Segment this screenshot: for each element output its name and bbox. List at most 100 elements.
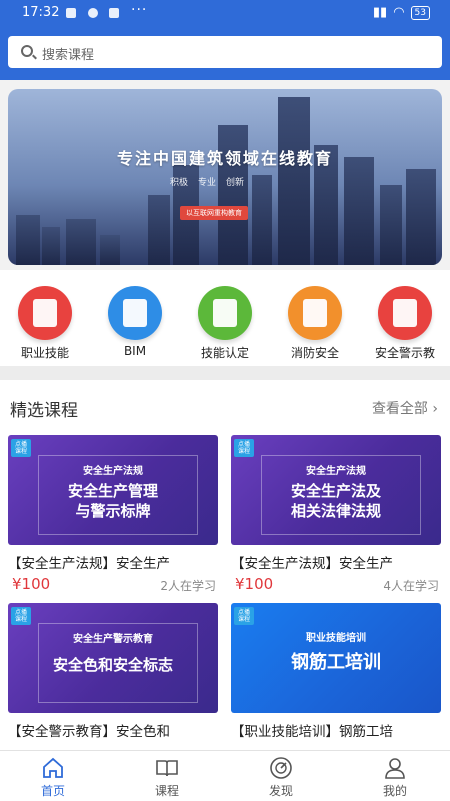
- category-bim[interactable]: BIM: [90, 286, 180, 358]
- section-divider: [0, 366, 450, 380]
- building: [278, 97, 310, 265]
- course-tag: 点播课程: [234, 607, 254, 625]
- chevron-right-icon: ›: [432, 401, 438, 417]
- section-title: 精选课程: [10, 401, 78, 421]
- course-tag: 点播课程: [11, 439, 31, 457]
- notification-icon: [88, 8, 98, 18]
- course-headline: 安全生产法及 相关法律法规: [290, 482, 381, 520]
- course-subtitle: 安全生产法规: [306, 466, 366, 477]
- course-title: 【安全警示教育】安全色和: [8, 724, 170, 740]
- more-notifications-icon: ···: [131, 2, 148, 18]
- course-learners: 2人在学习: [160, 579, 216, 593]
- course-headline: 安全生产管理 与警示标牌: [67, 482, 158, 520]
- banner[interactable]: 专注中国建筑领域在线教育 积极 专业 创新 以互联网重构教育: [8, 89, 442, 265]
- search-input[interactable]: 搜索课程: [8, 36, 442, 68]
- search-placeholder: 搜索课程: [42, 48, 95, 63]
- banner-tag: 专业: [198, 178, 217, 188]
- category-icon-circle: [378, 286, 432, 340]
- notification-icon: [109, 8, 119, 18]
- category-label: 职业技能: [20, 346, 69, 360]
- building: [66, 219, 96, 265]
- user-icon: [383, 756, 407, 780]
- book-icon: [155, 756, 179, 780]
- course-card[interactable]: 点播课程 职业技能培训 钢筋工培训 【职业技能培训】钢筋工培: [231, 603, 441, 740]
- banner-title: 专注中国建筑领域在线教育: [116, 149, 333, 168]
- course-title: 【安全生产法规】安全生产: [231, 556, 393, 572]
- category-grid: 职业技能 BIM 技能认定 消防安全 安全警示教: [0, 270, 450, 366]
- view-all-link[interactable]: 查看全部 ›: [372, 398, 438, 418]
- category-fire-safety[interactable]: 消防安全: [270, 286, 360, 361]
- status-bar: 17:32 ··· ▮▮ ◠ 53: [0, 0, 450, 26]
- building: [100, 235, 120, 265]
- course-subtitle: 职业技能培训: [306, 633, 366, 644]
- featured-courses: 精选课程 查看全部 › 点播课程 安全生产法规 安全生产管理 与警示标牌 【安全…: [0, 380, 450, 750]
- view-all-label: 查看全部: [371, 401, 428, 417]
- course-meta: ¥100 4人在学习: [231, 575, 441, 597]
- category-safety-warning[interactable]: 安全警示教: [360, 286, 450, 361]
- building: [252, 175, 272, 265]
- course-headline: 安全色和安全标志: [52, 656, 173, 674]
- category-icon-circle: [108, 286, 162, 340]
- building: [344, 157, 374, 265]
- category-label: 消防安全: [290, 346, 339, 360]
- course-learners: 4人在学习: [383, 579, 439, 593]
- course-thumbnail: 点播课程 安全生产警示教育 安全色和安全标志: [8, 603, 218, 713]
- building: [148, 195, 170, 265]
- home-icon: [41, 756, 65, 780]
- category-icon-circle: [288, 286, 342, 340]
- tab-discover[interactable]: 发现: [236, 756, 326, 799]
- course-thumbnail: 点播课程 职业技能培训 钢筋工培训: [231, 603, 441, 713]
- wifi-icon: ◠: [393, 5, 405, 20]
- folder-icon: [393, 299, 417, 327]
- course-card[interactable]: 点播课程 安全生产警示教育 安全色和安全标志 【安全警示教育】安全色和: [8, 603, 218, 740]
- category-label: 技能认定: [200, 346, 249, 360]
- building: [380, 185, 402, 265]
- banner-tags: 积极 专业 创新: [170, 175, 244, 188]
- course-tag: 点播课程: [11, 607, 31, 625]
- tab-label: 我的: [382, 784, 407, 798]
- tab-label: 发现: [268, 784, 293, 798]
- course-title: 【安全生产法规】安全生产: [8, 556, 170, 572]
- tab-label: 课程: [154, 784, 179, 798]
- folder-icon: [33, 299, 57, 327]
- tools-icon: [213, 299, 237, 327]
- tab-home[interactable]: 首页: [8, 756, 98, 799]
- course-tag: 点播课程: [234, 439, 254, 457]
- course-meta: ¥100 2人在学习: [8, 575, 218, 597]
- category-icon-circle: [198, 286, 252, 340]
- category-skill-certification[interactable]: 技能认定: [180, 286, 270, 361]
- edit-icon: [303, 299, 327, 327]
- header: 17:32 ··· ▮▮ ◠ 53 搜索课程: [0, 0, 450, 80]
- bottom-tab-bar: 首页 课程 发现 我的: [0, 750, 450, 801]
- course-thumbnail: 点播课程 安全生产法规 安全生产法及 相关法律法规: [231, 435, 441, 545]
- search-icon: [21, 45, 33, 57]
- course-thumbnail: 点播课程 安全生产法规 安全生产管理 与警示标牌: [8, 435, 218, 545]
- course-headline: 钢筋工培训: [291, 652, 381, 673]
- banner-button[interactable]: 以互联网重构教育: [180, 206, 248, 220]
- course-card[interactable]: 点播课程 安全生产法规 安全生产管理 与警示标牌 【安全生产法规】安全生产 ¥1…: [8, 435, 218, 597]
- building: [16, 215, 40, 265]
- tab-label: 首页: [40, 784, 65, 798]
- course-subtitle: 安全生产法规: [83, 466, 143, 477]
- building: [406, 169, 436, 265]
- course-price: ¥100: [235, 575, 274, 593]
- signal-icon: ▮▮: [372, 5, 388, 20]
- course-subtitle: 安全生产警示教育: [73, 634, 153, 645]
- banner-tag: 积极: [170, 178, 189, 188]
- category-icon-circle: [18, 286, 72, 340]
- tab-profile[interactable]: 我的: [350, 756, 440, 799]
- document-icon: [123, 299, 147, 327]
- category-vocational-skills[interactable]: 职业技能: [0, 286, 90, 361]
- building: [42, 227, 60, 265]
- course-card[interactable]: 点播课程 安全生产法规 安全生产法及 相关法律法规 【安全生产法规】安全生产 ¥…: [231, 435, 441, 597]
- banner-tag: 创新: [226, 178, 245, 188]
- course-price: ¥100: [12, 575, 51, 593]
- battery-icon: 53: [410, 5, 430, 20]
- tab-courses[interactable]: 课程: [122, 756, 212, 799]
- notification-icon: [66, 8, 76, 18]
- compass-icon: [269, 756, 293, 780]
- category-label: 安全警示教: [374, 346, 435, 360]
- course-title: 【职业技能培训】钢筋工培: [231, 724, 393, 740]
- category-label: BIM: [123, 344, 147, 358]
- status-time: 17:32: [22, 5, 60, 20]
